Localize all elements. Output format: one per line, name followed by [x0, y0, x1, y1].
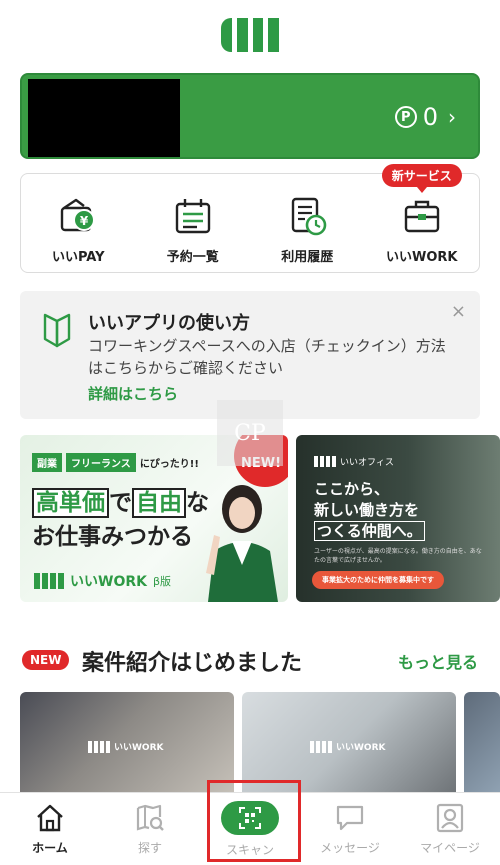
service-reservations[interactable]: 予約一覧 — [136, 174, 251, 272]
briefcase-icon — [404, 200, 439, 233]
tab-mypage[interactable]: マイページ — [400, 793, 500, 865]
logo-bar — [236, 18, 248, 52]
service-label: 利用履歴 — [281, 250, 334, 265]
case-card[interactable]: いいWORK — [242, 692, 456, 792]
banner-ii-office-recruit[interactable]: いいオフィス ここから、 新しい働き方を つくる仲間へ。 ユーザーの視点が、最高… — [296, 435, 500, 602]
svg-text:¥: ¥ — [80, 214, 89, 228]
tab-messages[interactable]: メッセージ — [300, 793, 400, 865]
redacted-user-info — [28, 79, 180, 157]
map-search-icon — [136, 804, 164, 831]
app-logo — [221, 18, 279, 52]
service-label: いいPAY — [51, 250, 105, 265]
logo-text: いいオフィス — [340, 458, 394, 468]
guide-title: いいアプリの使い方 — [88, 313, 250, 334]
banner-tag: 副業 — [32, 453, 62, 472]
tab-label: ホーム — [32, 841, 68, 855]
banner-headline: 高単価で自由な — [32, 483, 209, 518]
tab-label: 探す — [137, 841, 162, 855]
new-service-badge: 新サービス — [381, 164, 462, 193]
banner-subtext: ユーザーの視点が、最高の提案になる。働き方の自由を、あなたの言葉で広げませんか。 — [314, 548, 482, 564]
guide-text: コワーキングスペースへの入店（チェックイン）方法はこちらからご確認ください — [88, 337, 446, 377]
wallet-yen-icon: ¥ — [61, 198, 96, 232]
cases-section-header: NEW 案件紹介はじめました もっと見る — [20, 645, 480, 676]
headline-line: ここから、 — [314, 480, 390, 498]
service-history[interactable]: 利用履歴 — [250, 174, 365, 272]
headline-highlight: 高単価 — [32, 488, 109, 518]
points-card[interactable]: P 0 › — [20, 73, 480, 159]
headline-highlight: 自由 — [132, 488, 186, 518]
message-icon — [336, 805, 364, 831]
new-label: NEW — [22, 650, 70, 670]
tab-label: メッセージ — [320, 841, 380, 855]
tab-search[interactable]: 探す — [100, 793, 200, 865]
history-document-icon — [292, 197, 327, 236]
guide-details-link[interactable]: 詳細はこちら — [88, 383, 178, 404]
logo-bar — [252, 18, 264, 52]
case-card[interactable] — [464, 692, 500, 792]
points-number: 0 — [422, 103, 438, 131]
chevron-right-icon: › — [448, 105, 456, 129]
logo-bar — [268, 18, 279, 52]
profile-icon — [436, 803, 464, 833]
logo-mark — [34, 573, 64, 589]
case-card[interactable]: いいWORK — [20, 692, 234, 792]
headline-line: 新しい働き方を — [314, 501, 420, 519]
points-icon: P — [394, 106, 417, 128]
person-illustration — [206, 485, 278, 602]
ii-work-logo: いいWORK β版 — [34, 571, 171, 591]
banner-headline: ここから、 新しい働き方を つくる仲間へ。 — [314, 479, 425, 542]
tab-home[interactable]: ホーム — [0, 793, 100, 865]
banner-cta: 事業拡大のために仲間を募集中です — [312, 571, 444, 589]
headline-text: で — [109, 490, 132, 516]
points-balance[interactable]: P 0 › — [394, 103, 456, 131]
scan-tab-highlight — [207, 780, 301, 862]
service-ii-work[interactable]: 新サービス いいWORK — [365, 164, 480, 272]
case-card-logo: いいWORK — [310, 740, 385, 753]
home-icon — [37, 804, 63, 832]
see-more-link[interactable]: もっと見る — [398, 649, 478, 673]
logo-bar — [221, 18, 232, 52]
logo-mark — [314, 456, 336, 467]
beginner-mark-icon — [43, 313, 71, 348]
logo-text: いいWORK — [70, 574, 147, 590]
watermark: CP — [217, 400, 283, 466]
case-card-logo: いいWORK — [88, 740, 163, 753]
banner-headline-line2: お仕事みつかる — [32, 524, 193, 550]
banner-tags: 副業 フリーランス にぴったり!! — [32, 453, 199, 472]
section-title: 案件紹介はじめました — [82, 651, 303, 676]
service-label: いいWORK — [386, 250, 458, 265]
service-ii-pay[interactable]: ¥ いいPAY — [21, 174, 136, 272]
service-label: 予約一覧 — [166, 250, 219, 265]
headline-line: つくる仲間へ。 — [314, 521, 425, 542]
service-menu: ¥ いいPAY 予約一覧 利用履歴 新サービス いいWORK — [20, 164, 480, 273]
banner-tag: フリーランス — [66, 453, 136, 472]
close-icon[interactable]: × — [451, 301, 466, 322]
ii-office-logo: いいオフィス — [314, 455, 394, 468]
tab-label: マイページ — [420, 841, 480, 855]
banner-tag-suffix: にぴったり!! — [139, 459, 199, 470]
beta-label: β版 — [152, 575, 172, 588]
calendar-list-icon — [175, 199, 210, 234]
